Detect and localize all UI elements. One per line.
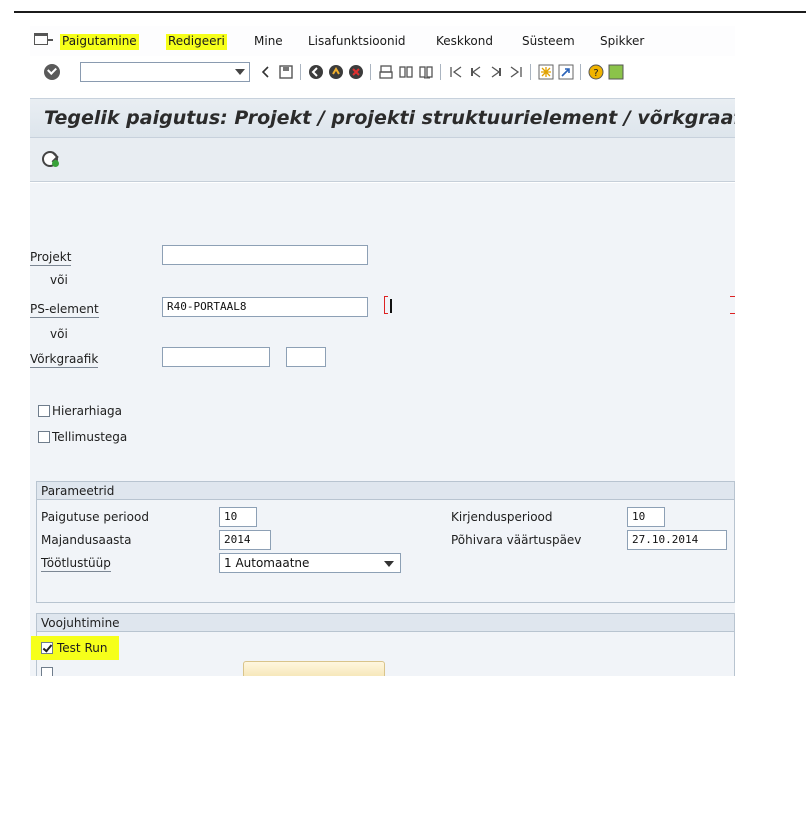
- text-cursor: [390, 299, 392, 313]
- paigutuse-periood-label: Paigutuse periood: [41, 510, 149, 524]
- pohivara-vaartuspaev-input[interactable]: 27.10.2014: [627, 530, 727, 550]
- required-marker-right-icon: [730, 296, 735, 297]
- voojuhtimine-header: Voojuhtimine: [37, 614, 734, 632]
- required-marker-icon: [384, 296, 388, 314]
- voojuhtimine-title: Voojuhtimine: [41, 616, 120, 630]
- menu-mine[interactable]: Mine: [252, 34, 285, 50]
- last-page-icon[interactable]: [508, 64, 524, 80]
- paigutuse-periood-input[interactable]: 10: [219, 507, 257, 527]
- find-icon[interactable]: [398, 64, 414, 80]
- toolbar-separator: [530, 64, 531, 80]
- projekt-label: Projekt: [30, 250, 72, 266]
- print-icon[interactable]: [378, 64, 394, 80]
- voojuhtimine-group: Voojuhtimine Test Run: [31, 613, 735, 676]
- test-run-checkbox[interactable]: [41, 642, 53, 654]
- chevron-down-icon[interactable]: [384, 561, 394, 567]
- hierarhiaga-label: Hierarhiaga: [52, 404, 123, 418]
- parameetrid-header: Parameetrid: [37, 482, 734, 500]
- menu-susteem[interactable]: Süsteem: [520, 34, 577, 50]
- customize-layout-icon[interactable]: [608, 64, 624, 80]
- application-toolbar: [30, 138, 735, 182]
- title-bar: Tegelik paigutus: Projekt / projekti str…: [30, 98, 735, 138]
- projekt-input[interactable]: [162, 245, 368, 265]
- tootlustuup-label: Töötlustüüp: [41, 556, 111, 572]
- enter-check-icon[interactable]: [44, 64, 60, 80]
- back-icon[interactable]: [308, 64, 324, 80]
- detail-list-checkbox[interactable]: [41, 667, 53, 676]
- find-next-icon[interactable]: [418, 64, 434, 80]
- save-icon[interactable]: [278, 64, 294, 80]
- command-field[interactable]: [80, 62, 250, 82]
- menu-keskkond[interactable]: Keskkond: [434, 34, 495, 50]
- standard-toolbar: ?: [30, 58, 735, 86]
- voi-label-2: või: [50, 327, 68, 341]
- pohivara-vaartuspaev-label: Põhivara väärtuspäev: [451, 533, 582, 547]
- page-title: Tegelik paigutus: Projekt / projekti str…: [44, 107, 735, 129]
- chevron-down-icon[interactable]: [235, 69, 245, 75]
- hierarhiaga-checkbox[interactable]: [38, 405, 50, 417]
- kirjendusperiood-input[interactable]: 10: [627, 507, 665, 527]
- sap-window: Paigutamine Redigeeri Mine Lisafunktsioo…: [30, 26, 735, 676]
- next-page-icon[interactable]: [488, 64, 504, 80]
- back-arrow-icon[interactable]: [258, 64, 274, 80]
- required-marker-right-icon: [730, 313, 735, 314]
- toolbar-separator: [300, 64, 301, 80]
- ps-element-input[interactable]: R40-PORTAAL8: [162, 297, 368, 317]
- toolbar-separator: [440, 64, 441, 80]
- new-session-icon[interactable]: [538, 64, 554, 80]
- shortcut-icon[interactable]: [558, 64, 574, 80]
- menu-lisafunktsioonid[interactable]: Lisafunktsioonid: [306, 34, 408, 50]
- toolbar-separator: [370, 64, 371, 80]
- parameetrid-title: Parameetrid: [41, 484, 115, 498]
- toolbar-separator: [580, 64, 581, 80]
- tellimustega-label: Tellimustega: [52, 430, 128, 444]
- top-border-line: [14, 11, 806, 13]
- execute-status-dot-icon: [52, 160, 59, 167]
- menu-redigeeri[interactable]: Redigeeri: [166, 34, 227, 50]
- majandusaasta-label: Majandusaasta: [41, 533, 132, 547]
- system-menu-icon[interactable]: [34, 33, 53, 45]
- voi-label-1: või: [50, 273, 68, 287]
- menu-spikker[interactable]: Spikker: [598, 34, 646, 50]
- vorkgraafik-input[interactable]: [162, 347, 270, 367]
- kirjendusperiood-label: Kirjendusperiood: [451, 510, 553, 524]
- exit-icon[interactable]: [328, 64, 344, 80]
- vorkgraafik-label: Võrkgraafik: [30, 352, 99, 368]
- majandusaasta-input[interactable]: 2014: [219, 530, 271, 550]
- parameetrid-group: Parameetrid Paigutuse periood 10 Majandu…: [36, 481, 735, 603]
- cancel-icon[interactable]: [348, 64, 364, 80]
- tootlustuup-value: 1 Automaatne: [224, 556, 310, 570]
- ps-element-label: PS-element: [30, 302, 99, 318]
- test-run-label: Test Run: [57, 641, 108, 655]
- first-page-icon[interactable]: [448, 64, 464, 80]
- svg-text:?: ?: [593, 68, 598, 79]
- detail-list-button[interactable]: [243, 661, 385, 676]
- help-icon[interactable]: ?: [588, 64, 604, 80]
- menu-paigutamine[interactable]: Paigutamine: [60, 34, 139, 50]
- tootlustuup-select[interactable]: 1 Automaatne: [219, 553, 401, 573]
- previous-page-icon[interactable]: [468, 64, 484, 80]
- menu-bar: Paigutamine Redigeeri Mine Lisafunktsioo…: [30, 26, 735, 56]
- vorkgraafik-operation-input[interactable]: [286, 347, 326, 367]
- tellimustega-checkbox[interactable]: [38, 431, 50, 443]
- selection-screen: Projekt või PS-element R40-PORTAAL8 või …: [30, 183, 735, 676]
